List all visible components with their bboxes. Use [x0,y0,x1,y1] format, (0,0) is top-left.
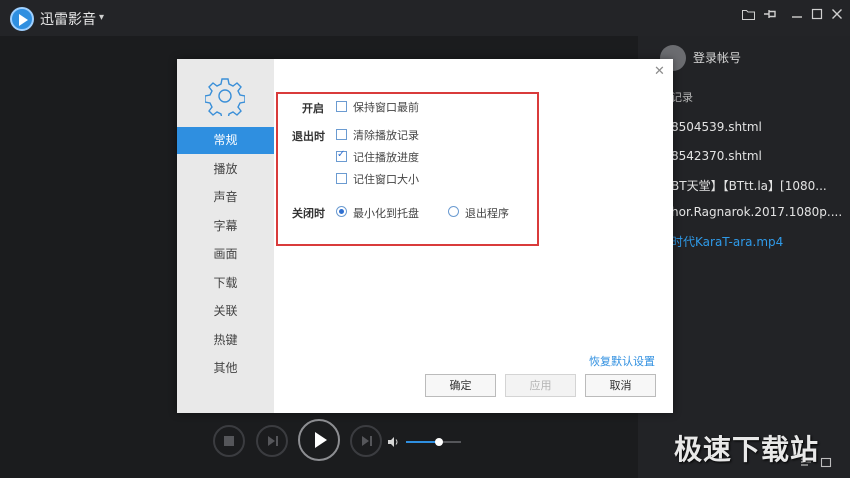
history-item[interactable]: 8504539.shtml [671,120,846,134]
folder-icon[interactable] [739,8,757,26]
chevron-down-icon[interactable]: ▾ [99,12,104,23]
remember-progress-label[interactable]: 记住播放进度 [353,149,419,165]
history-item[interactable]: hor.Ragnarok.2017.1080p.... [671,205,846,219]
close-label: 关闭时 [292,207,325,220]
minimize-to-tray-radio[interactable] [336,206,347,217]
nav-other[interactable]: 其他 [177,355,274,382]
app-title[interactable]: 迅雷影音 [40,9,96,29]
app-logo-icon[interactable] [10,7,34,31]
nav-download[interactable]: 下载 [177,270,274,297]
open-label: 开启 [302,102,324,115]
nav-association[interactable]: 关联 [177,298,274,325]
close-icon[interactable] [828,8,846,26]
maximize-icon[interactable] [808,8,826,26]
app-window: 迅雷影音 ▾ 登录帐号 记录 8504539.shtml 8542370.sht… [0,0,850,478]
login-link[interactable]: 登录帐号 [693,49,741,66]
play-button[interactable] [298,419,340,461]
exit-program-radio[interactable] [448,206,459,217]
clear-history-checkbox[interactable] [336,129,347,140]
remember-progress-checkbox[interactable] [336,149,347,162]
minimize-to-tray-label[interactable]: 最小化到托盘 [353,205,419,221]
nav-subtitles[interactable]: 字幕 [177,213,274,240]
stop-button[interactable] [213,425,245,457]
volume-icon[interactable] [387,436,399,451]
nav-hotkeys[interactable]: 热键 [177,327,274,354]
history-item[interactable]: 8542370.shtml [671,149,846,163]
pin-icon[interactable] [761,8,779,26]
nav-playback[interactable]: 播放 [177,156,274,183]
exit-program-label[interactable]: 退出程序 [465,205,509,221]
keep-on-top-label[interactable]: 保持窗口最前 [353,99,419,115]
remember-window-size-checkbox[interactable] [336,173,347,184]
dialog-close-icon[interactable]: ✕ [654,64,665,79]
clear-history-label[interactable]: 清除播放记录 [353,127,419,143]
watermark: 极速下载站 [674,433,820,466]
apply-button[interactable]: 应用 [505,374,576,397]
title-bar: 迅雷影音 ▾ [0,0,850,36]
minimize-icon[interactable] [788,8,806,26]
nav-sound[interactable]: 声音 [177,184,274,211]
history-item[interactable]: BT天堂】【BTtt.la】[1080... [671,177,846,194]
exit-label: 退出时 [292,130,325,143]
nav-general[interactable]: 常规 [177,127,274,154]
history-item-active[interactable]: 时代KaraT-ara.mp4 [671,233,846,250]
ok-button[interactable]: 确定 [425,374,496,397]
history-label: 记录 [671,91,693,104]
settings-sidebar: 常规 播放 声音 字幕 画面 下载 关联 热键 其他 [177,59,274,413]
next-button[interactable] [350,425,382,457]
gear-icon [205,78,245,116]
volume-handle[interactable] [435,438,443,446]
cancel-button[interactable]: 取消 [585,374,656,397]
remember-window-size-label[interactable]: 记住窗口大小 [353,171,419,187]
nav-picture[interactable]: 画面 [177,241,274,268]
restore-defaults-link[interactable]: 恢复默认设置 [589,353,655,369]
previous-button[interactable] [256,425,288,457]
keep-on-top-checkbox[interactable] [336,101,347,112]
window-icon[interactable] [820,456,832,471]
